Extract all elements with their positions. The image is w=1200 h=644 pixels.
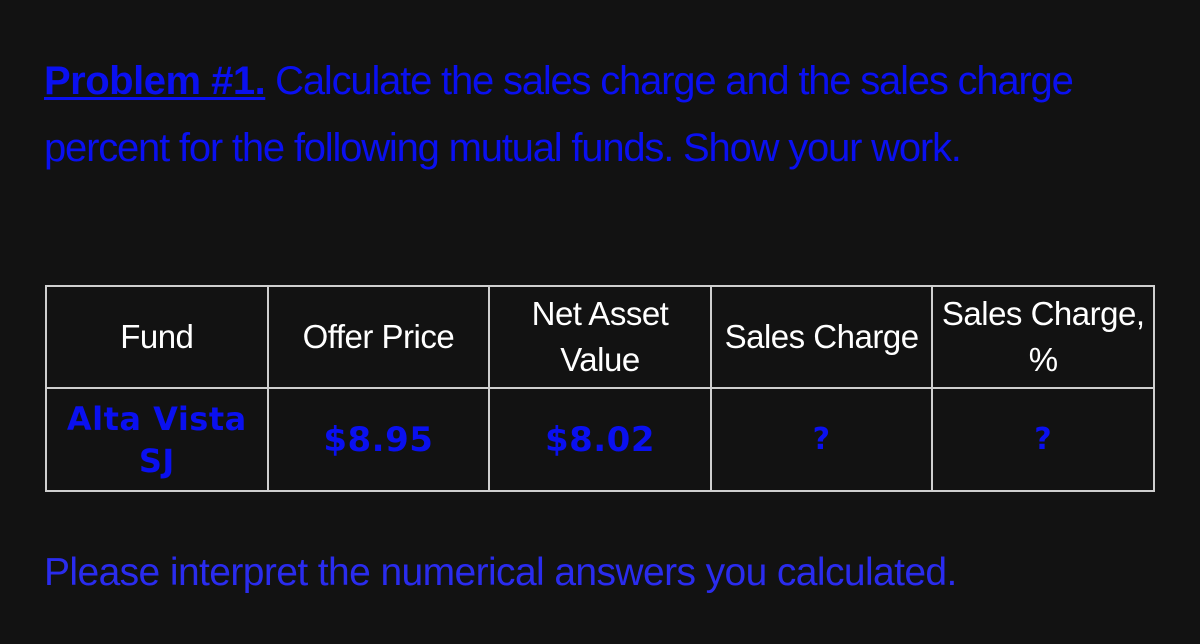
column-header-net-asset-value: Net Asset Value bbox=[488, 285, 712, 389]
cell-sales-charge: ? bbox=[709, 387, 934, 492]
column-header-offer-price: Offer Price bbox=[266, 285, 491, 389]
table-row: Alta Vista SJ $8.95 $8.02 ? ? bbox=[45, 387, 1155, 492]
column-header-sales-charge-percent: Sales Charge, % bbox=[931, 285, 1155, 389]
cell-fund: Alta Vista SJ bbox=[45, 387, 269, 492]
problem-label: Problem #1. bbox=[44, 59, 266, 103]
table-header-row: Fund Offer Price Net Asset Value Sales C… bbox=[45, 285, 1155, 389]
cell-net-asset-value: $8.02 bbox=[488, 387, 712, 492]
column-header-sales-charge: Sales Charge bbox=[709, 285, 934, 389]
mutual-funds-table: Fund Offer Price Net Asset Value Sales C… bbox=[45, 285, 1155, 492]
cell-sales-charge-percent: ? bbox=[931, 387, 1155, 492]
column-header-fund: Fund bbox=[45, 285, 269, 389]
cell-offer-price: $8.95 bbox=[266, 387, 491, 492]
problem-statement: Problem #1. Calculate the sales charge a… bbox=[44, 48, 1124, 182]
interpretation-prompt: Please interpret the numerical answers y… bbox=[44, 551, 957, 594]
